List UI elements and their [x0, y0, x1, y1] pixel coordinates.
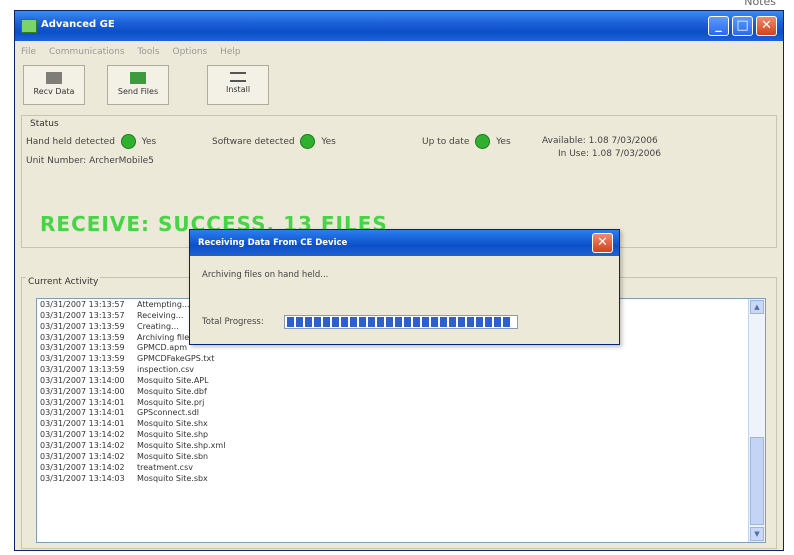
log-row: 03/31/2007 13:14:00 Mosquito Site.dbf: [40, 387, 225, 398]
log-message: treatment.csv: [137, 462, 193, 472]
window-title: Advanced GE: [41, 19, 115, 30]
log-message: Receiving...: [137, 310, 184, 320]
log-timestamp: 03/31/2007 13:14:00: [40, 386, 125, 396]
log-timestamp: 03/31/2007 13:14:01: [40, 408, 125, 418]
log-message: GPSconnect.sdl: [137, 408, 200, 418]
log-scrollbar[interactable]: ▲ ▼: [748, 299, 765, 542]
software-detected-value: Yes: [321, 137, 336, 147]
handheld-detected-label: Hand held detected: [26, 137, 115, 147]
log-message: Mosquito Site.APL: [137, 375, 209, 385]
log-timestamp: 03/31/2007 13:13:57: [40, 310, 125, 320]
menu-tools[interactable]: Tools: [137, 47, 159, 57]
log-message: Mosquito Site.sbx: [137, 473, 208, 483]
log-timestamp: 03/31/2007 13:13:59: [40, 365, 125, 375]
log-message: inspection.csv: [137, 365, 195, 375]
install-label: Install: [225, 85, 251, 94]
dialog-title: Receiving Data From CE Device: [198, 238, 348, 248]
send-files-icon: [130, 72, 146, 84]
software-detected-row: Software detected Yes: [212, 134, 336, 149]
up-to-date-row: Up to date Yes: [422, 134, 511, 149]
status-group-label: Status: [28, 119, 61, 129]
handheld-detected-row: Hand held detected Yes: [26, 134, 156, 149]
log-timestamp: 03/31/2007 13:13:57: [40, 300, 125, 309]
send-files-button[interactable]: Send Files: [107, 65, 169, 105]
log-message: Mosquito Site.shp: [137, 430, 209, 440]
total-progress-label: Total Progress:: [202, 317, 264, 327]
log-message: GPMCD.apm: [137, 343, 187, 353]
log-row: 03/31/2007 13:13:59 GPMCD.apm: [40, 343, 225, 354]
menu-options[interactable]: Options: [173, 47, 208, 57]
log-timestamp: 03/31/2007 13:14:02: [40, 451, 125, 461]
install-button[interactable]: Install: [207, 65, 269, 105]
log-timestamp: 03/31/2007 13:14:01: [40, 397, 125, 407]
log-message: Creating...: [137, 321, 179, 331]
version-in-use: In Use: 1.08 7/03/2006: [558, 149, 661, 159]
software-status-icon: [300, 134, 316, 149]
up-to-date-label: Up to date: [422, 137, 470, 147]
log-timestamp: 03/31/2007 13:13:59: [40, 332, 125, 342]
log-message: Mosquito Site.dbf: [137, 386, 207, 396]
receiving-data-dialog: Receiving Data From CE Device ✕ Archivin…: [189, 229, 620, 345]
menu-file[interactable]: File: [21, 47, 36, 57]
current-activity-label: Current Activity: [26, 277, 101, 287]
log-row: 03/31/2007 13:14:01 Mosquito Site.prj: [40, 398, 225, 409]
log-row: 03/31/2007 13:14:01 GPSconnect.sdl: [40, 408, 225, 419]
handheld-status-icon: [120, 134, 136, 149]
receive-data-icon: [46, 72, 62, 84]
minimize-button[interactable]: _: [708, 16, 729, 36]
log-timestamp: 03/31/2007 13:14:01: [40, 419, 125, 429]
scrollbar-thumb[interactable]: [750, 437, 764, 525]
send-files-label: Send Files: [117, 87, 159, 96]
log-row: 03/31/2007 13:14:02 treatment.csv: [40, 463, 225, 474]
install-icon: [230, 72, 246, 82]
maximize-button[interactable]: □: [732, 16, 753, 36]
version-available: Available: 1.08 7/03/2006: [542, 136, 658, 146]
log-message: Mosquito Site.shp.xml: [137, 440, 226, 450]
handheld-detected-value: Yes: [141, 137, 157, 147]
log-row: 03/31/2007 13:14:03 Mosquito Site.sbx: [40, 474, 225, 485]
dialog-message: Archiving files on hand held...: [202, 270, 329, 280]
log-timestamp: 03/31/2007 13:13:59: [40, 354, 125, 364]
log-message: Mosquito Site.sbn: [137, 451, 209, 461]
log-row: 03/31/2007 13:14:01 Mosquito Site.shx: [40, 419, 225, 430]
window-titlebar[interactable]: Advanced GE _ □ ✕: [15, 11, 783, 41]
log-timestamp: 03/31/2007 13:14:02: [40, 462, 125, 472]
log-message: GPMCDFakeGPS.txt: [137, 354, 215, 364]
log-row: 03/31/2007 13:14:02 Mosquito Site.shp: [40, 430, 225, 441]
close-button[interactable]: ✕: [756, 16, 777, 36]
log-row: 03/31/2007 13:14:02 Mosquito Site.shp.xml: [40, 441, 225, 452]
log-timestamp: 03/31/2007 13:14:02: [40, 430, 125, 440]
up-to-date-value: Yes: [496, 137, 511, 147]
log-message: Attempting...: [137, 300, 190, 309]
log-timestamp: 03/31/2007 13:14:02: [40, 440, 125, 450]
menu-communications[interactable]: Communications: [49, 47, 125, 57]
log-row: 03/31/2007 13:14:02 Mosquito Site.sbn: [40, 452, 225, 463]
log-timestamp: 03/31/2007 13:13:59: [40, 343, 125, 353]
recv-data-label: Recv Data: [33, 87, 75, 96]
log-timestamp: 03/31/2007 13:13:59: [40, 321, 125, 331]
log-message: Mosquito Site.prj: [137, 397, 205, 407]
unit-number: Unit Number: ArcherMobile5: [26, 156, 154, 166]
menu-bar: File Communications Tools Options Help: [21, 47, 251, 61]
log-timestamp: 03/31/2007 13:14:00: [40, 375, 125, 385]
scroll-down-icon[interactable]: ▼: [750, 527, 764, 541]
progress-fill: [287, 317, 511, 327]
app-icon: [21, 19, 37, 33]
dialog-close-button[interactable]: ✕: [592, 233, 613, 253]
menu-help[interactable]: Help: [220, 47, 241, 57]
log-row: 03/31/2007 13:13:59 inspection.csv: [40, 365, 225, 376]
software-detected-label: Software detected: [212, 137, 295, 147]
log-row: 03/31/2007 13:13:59 GPMCDFakeGPS.txt: [40, 354, 225, 365]
notes-label: Notes: [744, 0, 776, 8]
log-message: Mosquito Site.shx: [137, 419, 208, 429]
recv-data-button[interactable]: Recv Data: [23, 65, 85, 105]
dialog-titlebar[interactable]: Receiving Data From CE Device ✕: [190, 230, 619, 256]
log-timestamp: 03/31/2007 13:14:03: [40, 473, 125, 483]
scroll-up-icon[interactable]: ▲: [750, 300, 764, 314]
log-row: 03/31/2007 13:14:00 Mosquito Site.APL: [40, 376, 225, 387]
total-progress-bar: [284, 315, 518, 329]
up-to-date-status-icon: [475, 134, 491, 149]
